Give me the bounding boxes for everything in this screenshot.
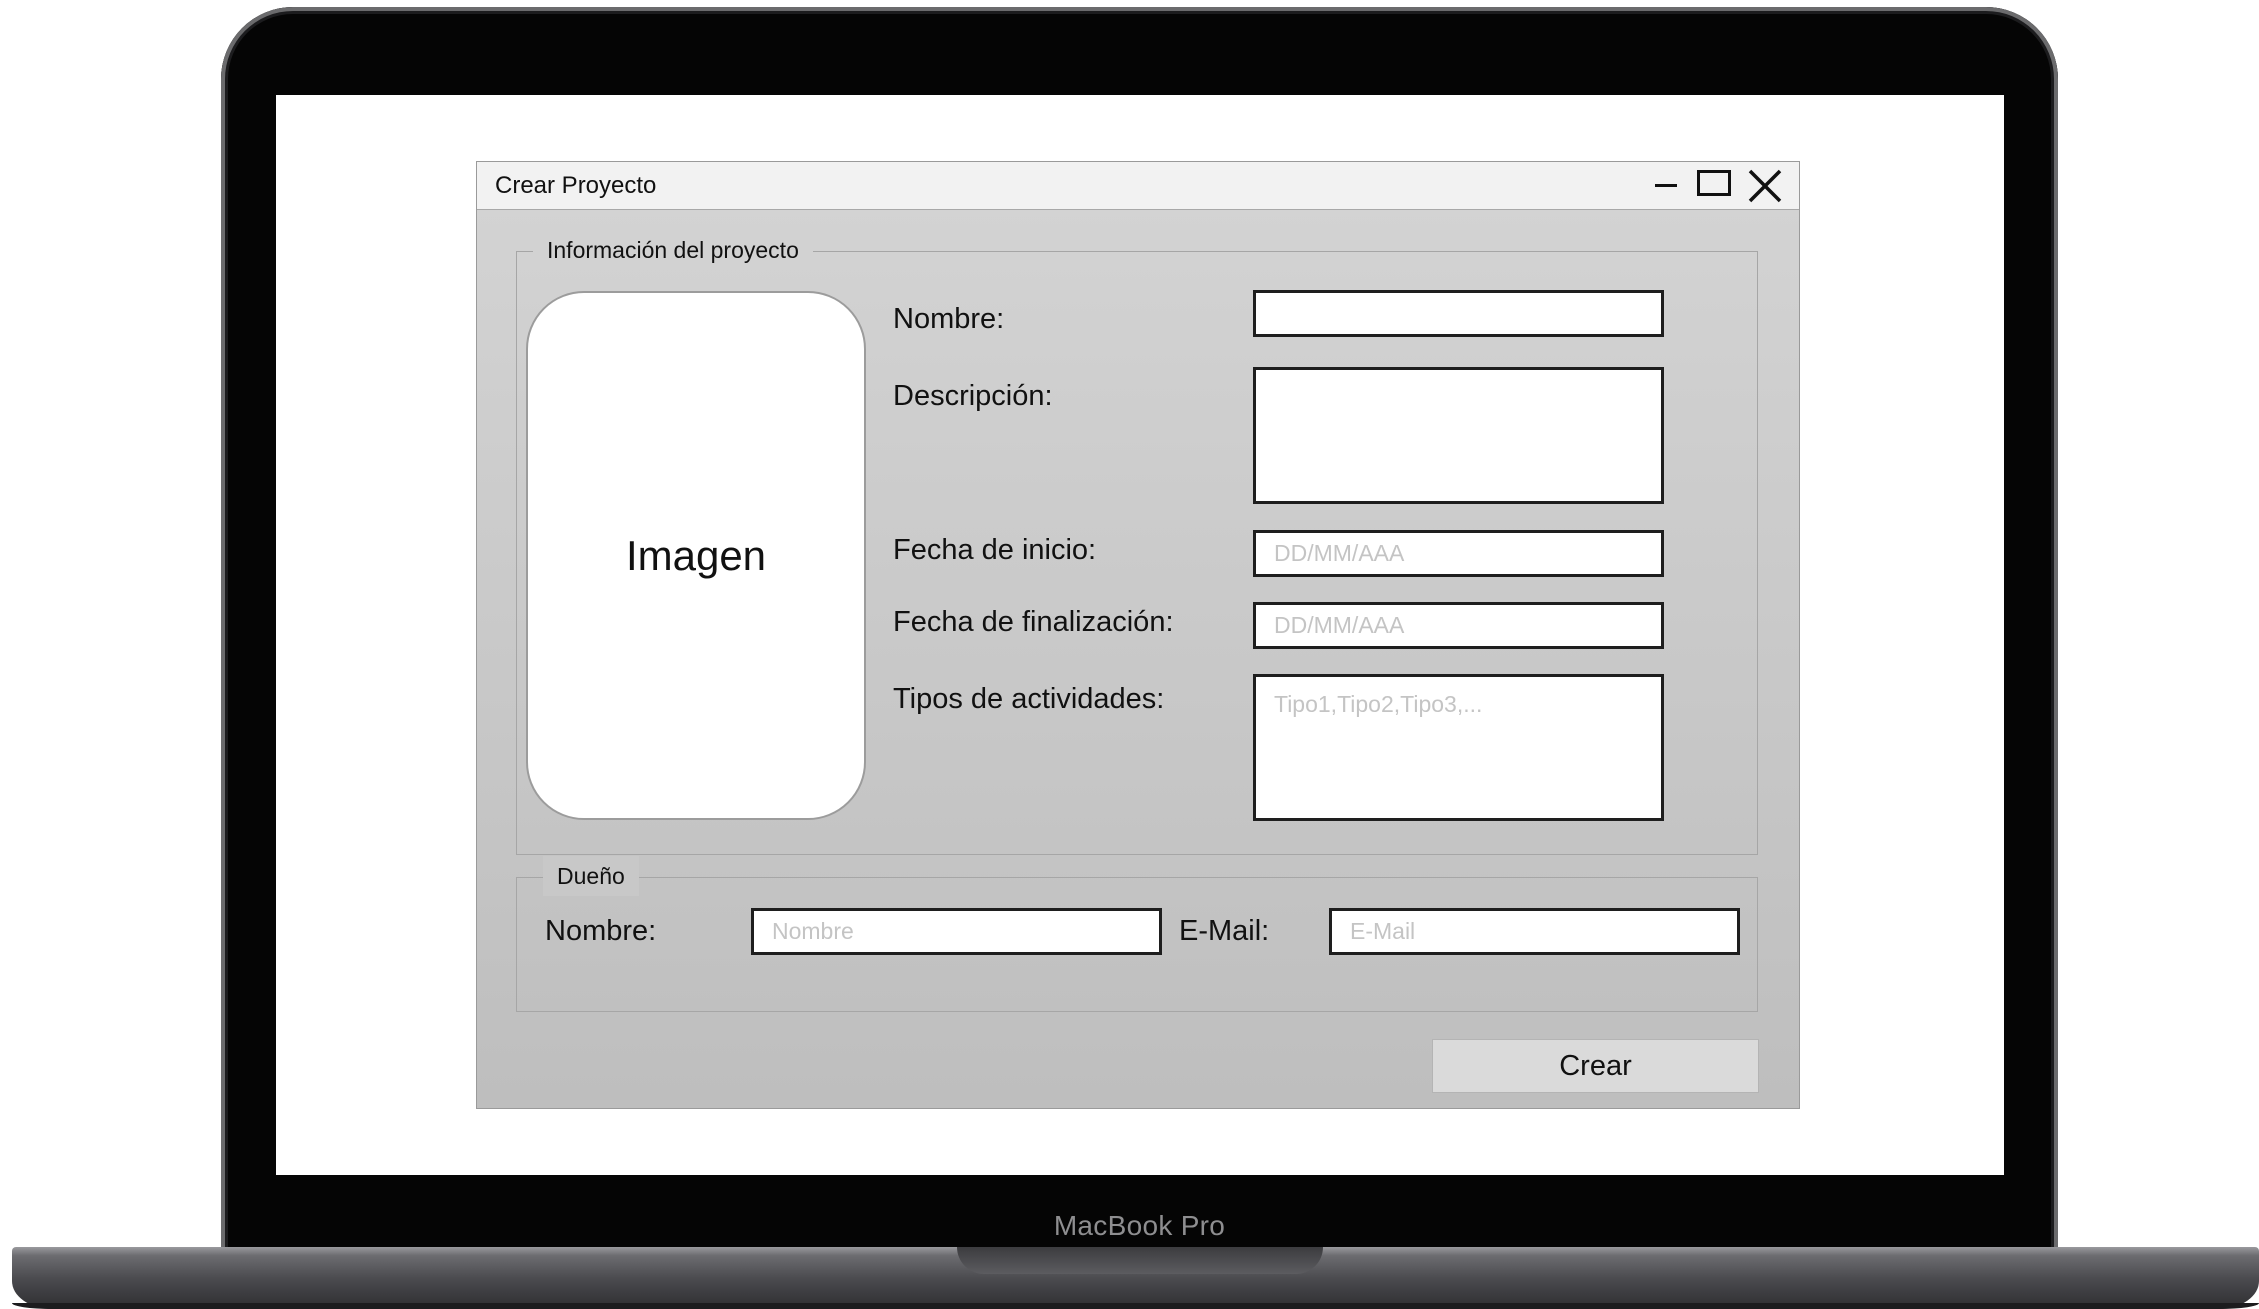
- owner-name-label: Nombre:: [545, 915, 657, 947]
- owner-legend: Dueño: [543, 856, 639, 896]
- owner-email-label: E-Mail:: [1179, 915, 1270, 947]
- project-info-legend: Información del proyecto: [533, 230, 813, 270]
- project-description-input[interactable]: [1253, 367, 1664, 504]
- end-date-input[interactable]: [1253, 602, 1664, 649]
- create-button[interactable]: Crear: [1432, 1039, 1759, 1093]
- minimize-icon[interactable]: [1649, 162, 1683, 210]
- owner-email-input[interactable]: [1329, 908, 1740, 955]
- window-title: Crear Proyecto: [495, 172, 657, 199]
- project-image-placeholder[interactable]: Imagen: [526, 291, 866, 820]
- project-name-input[interactable]: [1253, 290, 1664, 337]
- create-project-window: Crear Proyecto Información del proyecto …: [476, 161, 1800, 1109]
- activity-types-label: Tipos de actividades:: [893, 683, 1165, 715]
- project-name-label: Nombre:: [893, 303, 1005, 335]
- project-description-label: Descripción:: [893, 380, 1053, 412]
- end-date-label: Fecha de finalización:: [893, 606, 1174, 638]
- window-titlebar[interactable]: Crear Proyecto: [477, 162, 1799, 210]
- start-date-label: Fecha de inicio:: [893, 534, 1097, 566]
- bezel-brand-label: MacBook Pro: [1053, 1210, 1226, 1241]
- maximize-icon[interactable]: [1695, 162, 1735, 210]
- owner-name-input[interactable]: [751, 908, 1162, 955]
- close-icon[interactable]: [1745, 162, 1785, 210]
- laptop-notch: [957, 1247, 1323, 1274]
- start-date-input[interactable]: [1253, 530, 1664, 577]
- activity-types-input[interactable]: [1253, 674, 1664, 821]
